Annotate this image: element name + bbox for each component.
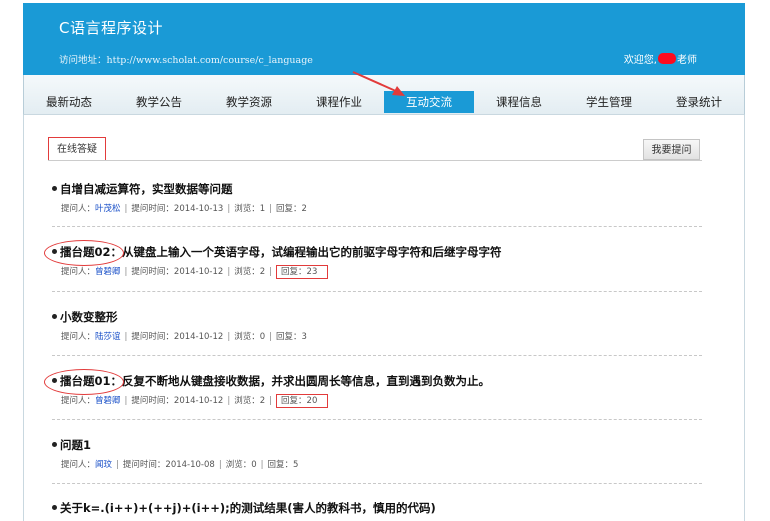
bullet-icon [52, 186, 57, 191]
question-meta: 提问人：叶茂松 | 提问时间：2014-10-13 | 浏览：1 | 回复：2 [61, 204, 307, 214]
replies-highlight: 回复：23 [276, 265, 329, 279]
question-meta: 提问人：曾碧卿 | 提问时间：2014-10-12 | 浏览：2 | 回复：20 [61, 394, 702, 408]
nav-announcements[interactable]: 教学公告 [114, 91, 204, 113]
redacted-name [658, 53, 676, 64]
question-item: 自增自减运算符，实型数据等问题 提问人：叶茂松 | 提问时间：2014-10-13 |… [52, 181, 702, 215]
question-divider [52, 419, 702, 420]
question-divider [52, 226, 702, 227]
nav-course-info[interactable]: 课程信息 [474, 91, 564, 113]
question-title-link[interactable]: 问题1 [52, 437, 702, 453]
bullet-icon [52, 314, 57, 319]
annotation-oval [44, 240, 124, 266]
question-meta: 提问人：闻玟 | 提问时间：2014-10-08 | 浏览：0 | 回复：5 [61, 460, 299, 470]
course-title: C语言程序设计 [59, 19, 163, 37]
nav-homework[interactable]: 课程作业 [294, 91, 384, 113]
visit-label: 访问地址： [59, 55, 107, 66]
nav-resources[interactable]: 教学资源 [204, 91, 294, 113]
nav-interaction[interactable]: 互动交流 [384, 91, 474, 113]
tab-divider [48, 160, 702, 161]
question-title-link[interactable]: 擂台题02：从键盘上输入一个英语字母，试编程输出它的前驱字母字符和后继字母字符 [52, 244, 702, 260]
question-meta: 提问人：曾碧卿 | 提问时间：2014-10-12 | 浏览：2 | 回复：23 [61, 265, 702, 279]
question-item: 擂台题01：反复不断地从键盘接收数据，并求出圆周长等信息，直到遇到负数为止。 提… [52, 373, 702, 408]
question-item: 关于k=.(i++)+(++j)+(i++);的测试结果(害人的教科书，慎用的代… [52, 500, 702, 516]
tab-online-qa[interactable]: 在线答疑 [48, 137, 106, 161]
question-meta: 提问人：陆莎谊 | 提问时间：2014-10-12 | 浏览：0 | 回复：3 [61, 332, 307, 342]
welcome-suffix: 老师 [677, 55, 697, 66]
nav-latest-news[interactable]: 最新动态 [24, 91, 114, 113]
replies-highlight: 回复：20 [276, 394, 329, 408]
asker-link[interactable]: 叶茂松 [95, 204, 121, 214]
question-item: 小数变整形 提问人：陆莎谊 | 提问时间：2014-10-12 | 浏览：0 | 回复：3 [52, 309, 702, 343]
question-title-link[interactable]: 关于k=.(i++)+(++j)+(i++);的测试结果(害人的教科书，慎用的代… [52, 500, 702, 516]
nav-student-management[interactable]: 学生管理 [564, 91, 654, 113]
question-item: 擂台题02：从键盘上输入一个英语字母，试编程输出它的前驱字母字符和后继字母字符 … [52, 244, 702, 279]
question-title-link[interactable]: 小数变整形 [52, 309, 702, 325]
visit-url[interactable]: http://www.scholat.com/course/c_language [107, 55, 313, 66]
question-divider [52, 291, 702, 292]
asker-link[interactable]: 陆莎谊 [95, 332, 121, 342]
question-item: 问题1 提问人：闻玟 | 提问时间：2014-10-08 | 浏览：0 | 回复：5 [52, 437, 702, 471]
question-divider [52, 355, 702, 356]
asker-link[interactable]: 曾碧卿 [95, 396, 121, 406]
welcome-prefix: 欢迎您, [623, 55, 657, 66]
question-divider [52, 483, 702, 484]
bullet-icon [52, 505, 57, 510]
visit-address: 访问地址：http://www.scholat.com/course/c_lan… [59, 52, 313, 66]
question-title-link[interactable]: 自增自减运算符，实型数据等问题 [52, 181, 702, 197]
main-nav: 最新动态 教学公告 教学资源 课程作业 互动交流 课程信息 学生管理 登录统计 [23, 75, 745, 115]
nav-login-stats[interactable]: 登录统计 [654, 91, 744, 113]
asker-link[interactable]: 曾碧卿 [95, 267, 121, 277]
asker-link[interactable]: 闻玟 [95, 460, 112, 470]
welcome-text: 欢迎您, 老师 [624, 51, 697, 66]
ask-question-button[interactable]: 我要提问 [643, 139, 700, 160]
question-title-link[interactable]: 擂台题01：反复不断地从键盘接收数据，并求出圆周长等信息，直到遇到负数为止。 [52, 373, 702, 389]
annotation-oval [44, 369, 124, 395]
bullet-icon [52, 442, 57, 447]
course-header: C语言程序设计 访问地址：http://www.scholat.com/cour… [23, 3, 745, 75]
